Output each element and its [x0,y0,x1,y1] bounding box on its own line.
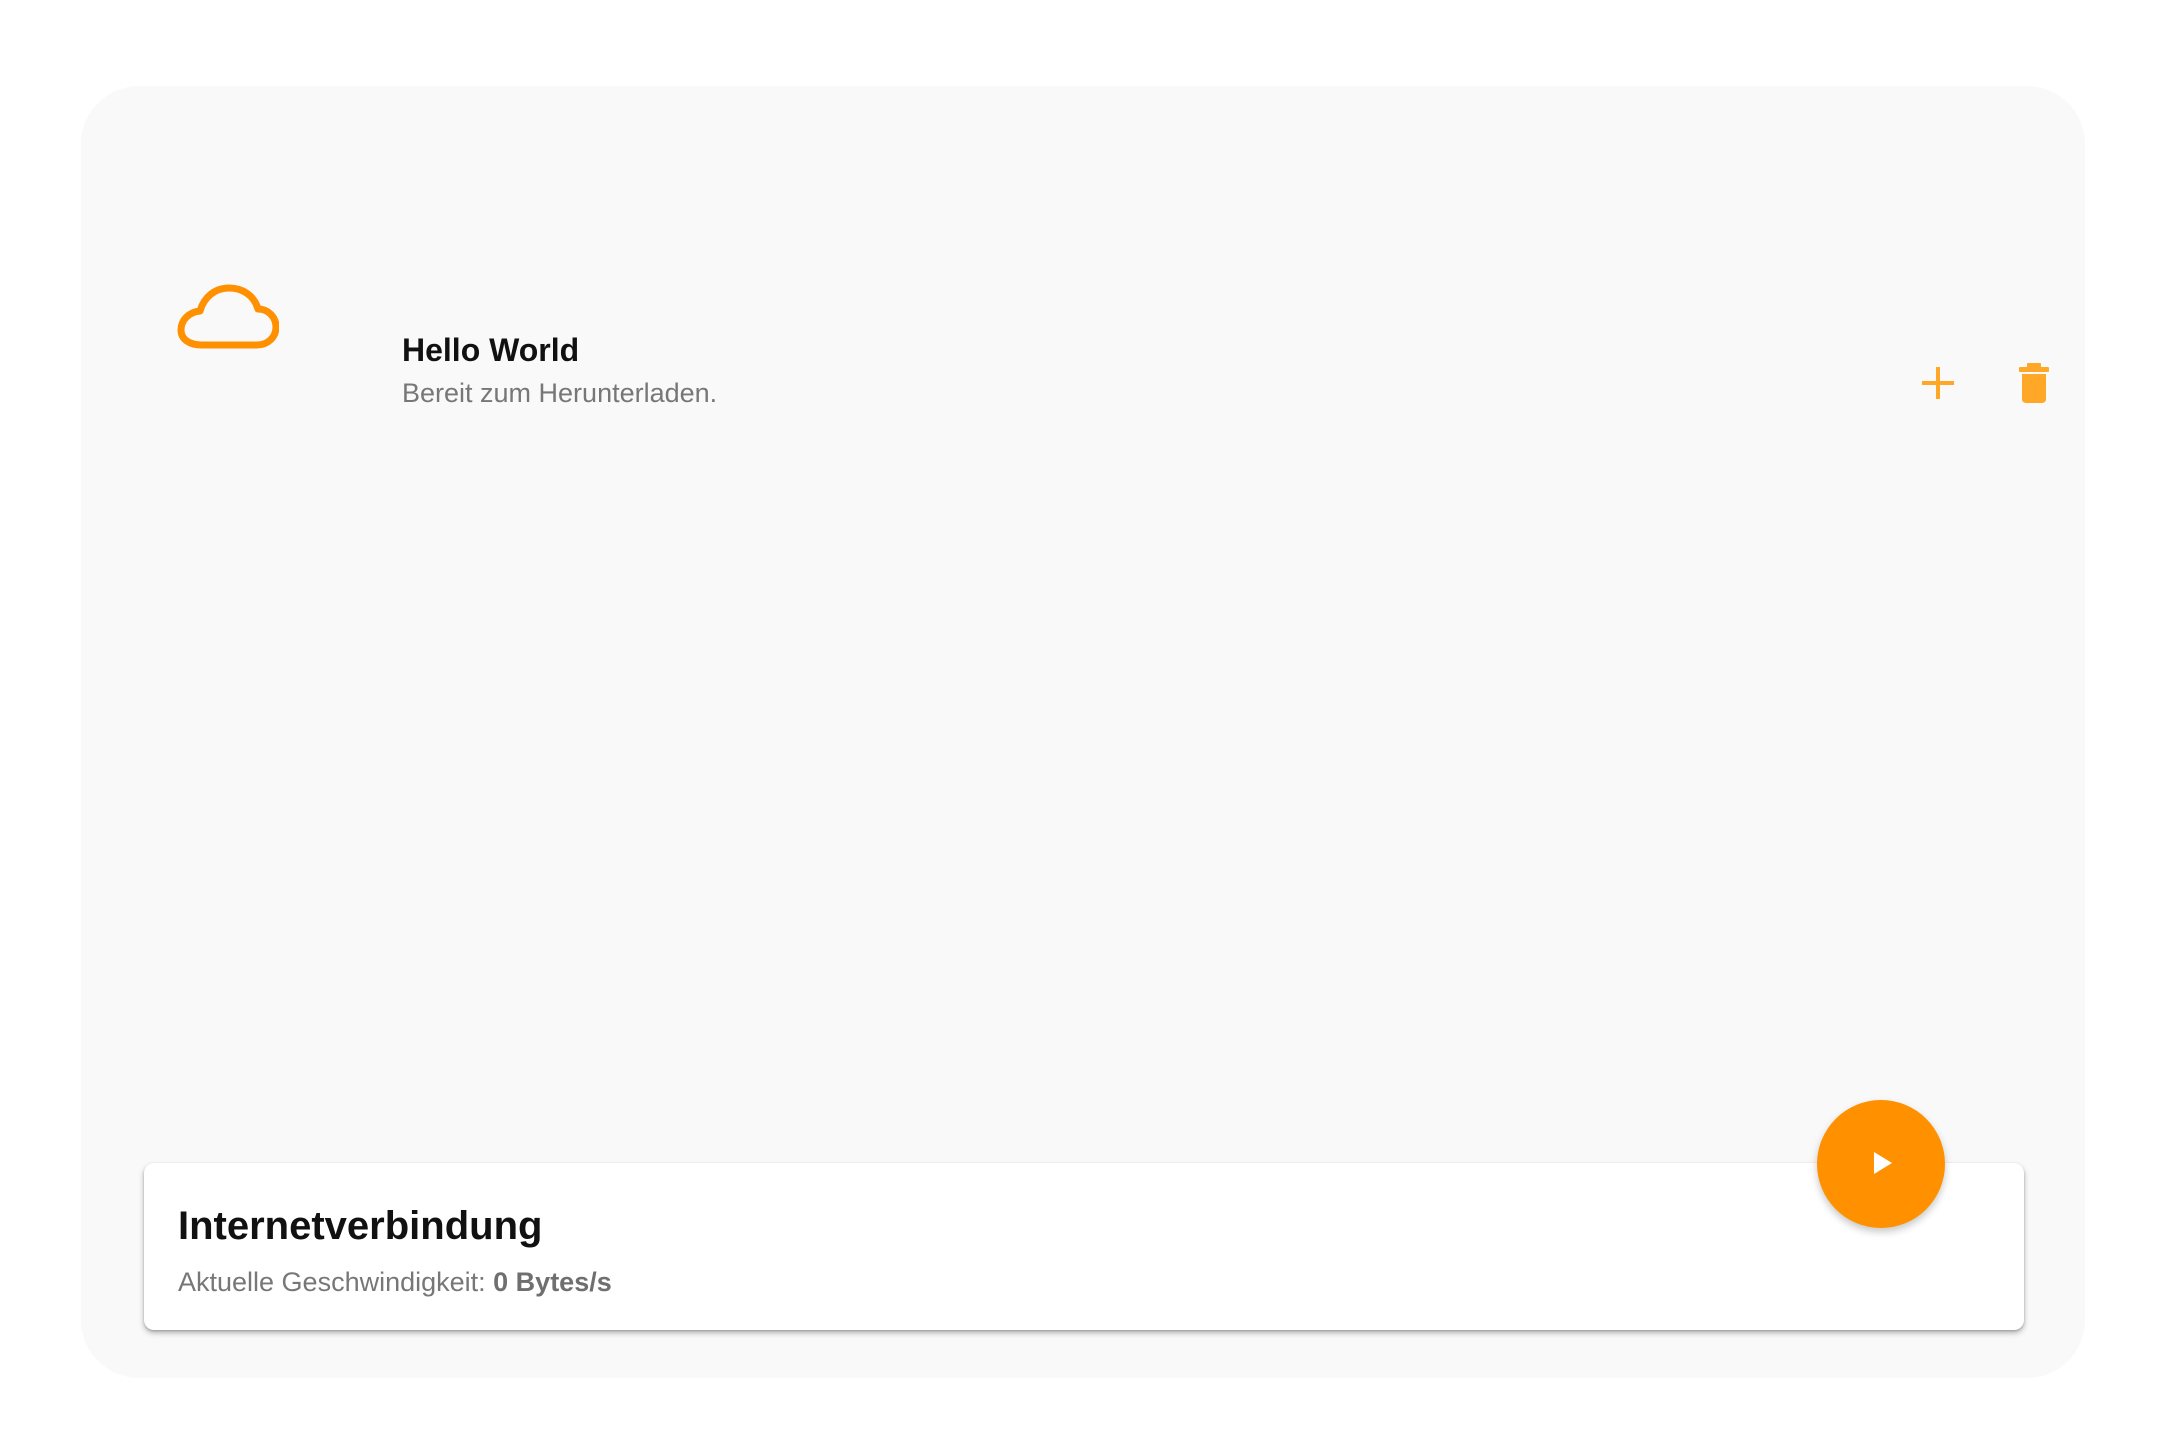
current-speed-line: Aktuelle Geschwindigkeit: 0 Bytes/s [178,1265,612,1299]
connection-status-card: Internetverbindung Aktuelle Geschwindigk… [144,1163,2024,1330]
trash-icon [2017,362,2051,407]
current-speed-label: Aktuelle Geschwindigkeit: [178,1267,494,1297]
item-title: Hello World [402,332,580,368]
plus-icon [1921,366,1955,403]
main-panel: Hello World Bereit zum Herunterladen. In… [81,86,2085,1378]
current-speed-value: 0 Bytes/s [493,1267,612,1297]
delete-button[interactable] [2006,356,2062,412]
item-status-text: Bereit zum Herunterladen. [402,378,718,408]
connection-title: Internetverbindung [178,1204,543,1248]
add-button[interactable] [1910,356,1966,412]
download-item: Hello World Bereit zum Herunterladen. [177,236,2057,408]
cloud-icon [177,284,280,356]
play-icon [1864,1146,1898,1183]
play-button[interactable] [1817,1100,1945,1228]
